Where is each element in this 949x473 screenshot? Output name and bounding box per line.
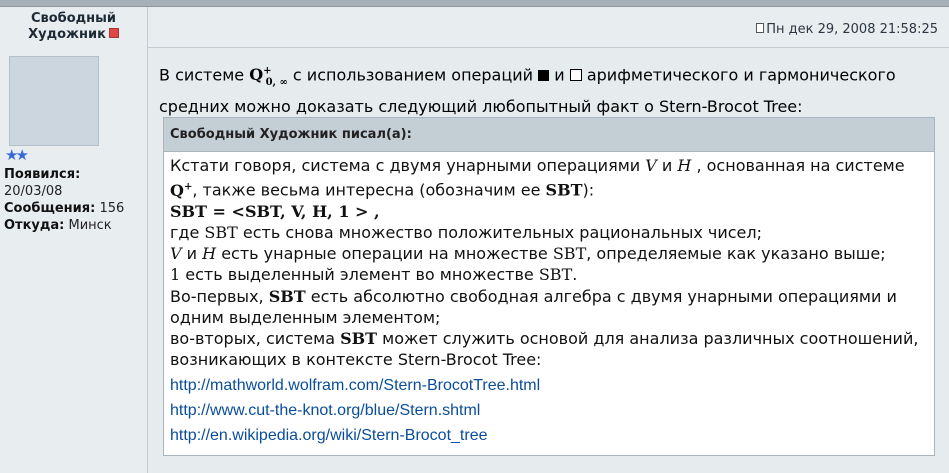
quote-line4-a: где	[170, 222, 200, 242]
quote-line1-c: , основанная на системе	[696, 156, 905, 175]
post-text: В системе Q+0, ∞ с использованием операц…	[159, 60, 939, 119]
quote-line2-b: ):	[582, 180, 595, 200]
author-panel: Свободный Художник ★★ Появился: 20/03/08…	[0, 7, 148, 473]
math-q-sup: +	[263, 66, 272, 77]
quote-line10: возникающих в контексте Stern-Brocot Tre…	[170, 350, 542, 370]
post-date: Пн дек 29, 2008 21:58:25	[756, 22, 938, 37]
empty-square-icon	[569, 69, 582, 82]
post-link-icon[interactable]	[756, 23, 765, 33]
link-wikipedia[interactable]: http://en.wikipedia.org/wiki/Stern-Broco…	[170, 423, 934, 448]
posts-label: Сообщения:	[4, 201, 96, 216]
math-sbt-5: SBT	[552, 244, 587, 264]
quote-line1-a: Кстати говоря, система с двумя унарными …	[170, 156, 641, 175]
filled-square-icon	[538, 70, 550, 82]
quote-line5-c: , определяемые как указано выше;	[586, 244, 886, 264]
posts-value: 156	[99, 201, 125, 216]
location-value: Минск	[68, 218, 112, 233]
link-cut-the-knot[interactable]: http://www.cut-the-knot.org/blue/Stern.s…	[170, 398, 934, 423]
math-one: 1	[170, 265, 181, 285]
quote-line4-b: есть снова множество положительных рацио…	[242, 222, 762, 242]
post-header: Пн дек 29, 2008 21:58:25	[148, 7, 949, 48]
author-name[interactable]: Свободный Художник	[0, 11, 147, 43]
top-border	[0, 0, 949, 7]
math-sbt-7: SBT	[268, 286, 306, 306]
math-h: H	[677, 156, 692, 175]
quote-line5-a: и	[186, 244, 198, 264]
quote-content: Кстати говоря, система с двумя унарными …	[164, 152, 934, 448]
quote-line9-a: во-вторых, система	[170, 328, 335, 348]
math-h-5: H	[202, 244, 217, 264]
intro-text-1: В системе	[159, 65, 245, 85]
avatar	[9, 56, 99, 146]
quote-line1-b: и	[661, 156, 673, 175]
math-v-5: V	[170, 244, 182, 264]
math-q-sub: 0, ∞	[265, 76, 288, 88]
author-name-line1: Свободный	[30, 11, 117, 26]
quote-line6-b: .	[572, 265, 578, 285]
link-list: http://mathworld.wolfram.com/Stern-Broco…	[170, 373, 934, 448]
quote-header: Свободный Художник писал(а):	[164, 118, 934, 152]
quote-line8: одним выделенным элементом;	[170, 307, 441, 327]
math-v: V	[645, 156, 657, 175]
math-q2-letter: Q	[170, 180, 184, 200]
math-q-letter: Q	[249, 65, 264, 85]
post-date-text: Пн дек 29, 2008 21:58:25	[766, 22, 938, 37]
joined-label: Появился:	[4, 167, 81, 182]
author-name-line2: Художник	[28, 27, 106, 42]
quote-line2-a: , также весьма интересна (обозначим ее	[192, 180, 541, 200]
author-info: Появился: 20/03/08 Сообщения: 156 Откуда…	[4, 166, 124, 234]
intro-text-line2: средних можно доказать следующий любопыт…	[159, 96, 803, 116]
link-mathworld[interactable]: http://mathworld.wolfram.com/Stern-Broco…	[170, 373, 934, 398]
quote-line3-formula: SBT = <SBT, V, H, 1 > ,	[170, 201, 380, 221]
rank-stars-icon: ★★	[5, 146, 29, 164]
quote-line6-a: есть выделенный элемент во множестве	[185, 265, 534, 285]
quote-line7-a: Во-первых,	[170, 286, 264, 306]
quote-line7-b: есть абсолютно свободная алгебра с двумя…	[310, 286, 897, 306]
quote-line5-b: есть унарные операции на множестве	[221, 244, 548, 264]
quote-line9-b: может служить основой для анализа различ…	[382, 328, 919, 348]
math-q-plus: Q+	[170, 181, 192, 200]
quote-block: Свободный Художник писал(а): Кстати гово…	[163, 117, 935, 456]
location-label: Откуда:	[4, 218, 65, 233]
joined-value: 20/03/08	[4, 184, 63, 199]
math-sbt-9: SBT	[340, 328, 378, 348]
math-sbt-6: SBT	[538, 265, 573, 285]
math-q-symbol: Q+0, ∞	[249, 65, 288, 87]
math-sbt-4: SBT	[204, 222, 238, 242]
intro-text-3: и	[554, 65, 565, 85]
math-sbt: SBT	[545, 180, 583, 200]
intro-text-4: арифметического и гармонического	[586, 65, 896, 85]
intro-text-2: с использованием операций	[292, 65, 534, 85]
offline-status-icon	[108, 28, 119, 38]
